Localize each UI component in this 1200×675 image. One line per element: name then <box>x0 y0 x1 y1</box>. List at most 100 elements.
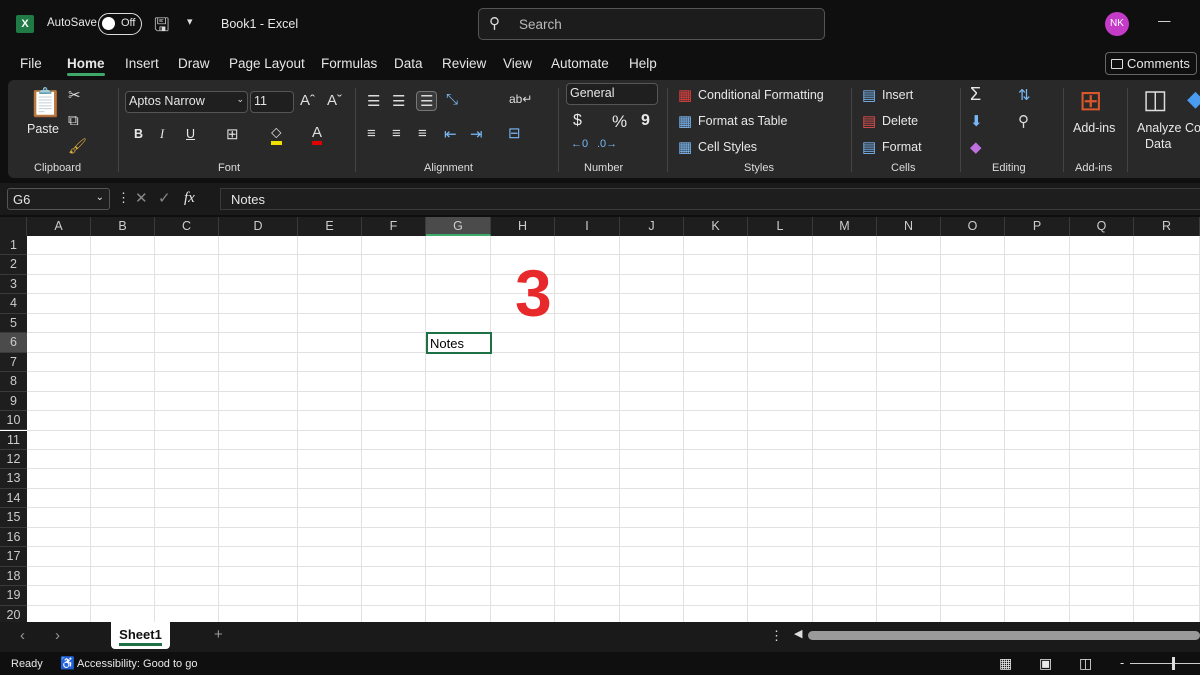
enter-icon[interactable]: ✓ <box>158 189 171 207</box>
add-ins-icon[interactable]: ⊞ <box>1079 84 1102 117</box>
column-header-l[interactable]: L <box>748 217 813 236</box>
conditional-formatting-button[interactable]: Conditional Formatting <box>698 88 824 102</box>
format-as-table-button[interactable]: Format as Table <box>698 114 787 128</box>
number-format-dropdown[interactable]: General <box>566 83 658 105</box>
tab-automate[interactable]: Automate <box>551 56 609 71</box>
cell-g6[interactable]: Notes <box>426 332 492 354</box>
font-color-icon[interactable]: A <box>312 124 323 145</box>
tab-view[interactable]: View <box>503 56 532 71</box>
copilot-icon[interactable]: ◆ <box>1187 86 1200 112</box>
currency-button[interactable]: $ <box>573 112 582 130</box>
row-header-18[interactable]: 18 <box>0 566 27 587</box>
comments-button[interactable]: Comments <box>1105 52 1197 75</box>
tab-formulas[interactable]: Formulas <box>321 56 377 71</box>
row-header-8[interactable]: 8 <box>0 372 27 392</box>
column-header-n[interactable]: N <box>877 217 941 236</box>
row-header-4[interactable]: 4 <box>0 294 27 314</box>
column-header-a[interactable]: A <box>27 217 91 236</box>
tab-draw[interactable]: Draw <box>178 56 210 71</box>
find-select-icon[interactable]: ⚲ <box>1018 112 1029 130</box>
align-center-icon[interactable]: ≡ <box>392 125 401 142</box>
row-header-5[interactable]: 5 <box>0 313 27 334</box>
format-cells-button[interactable]: Format <box>882 140 922 154</box>
column-header-g[interactable]: G <box>426 217 491 236</box>
orientation-icon[interactable]: ⤡ <box>446 91 458 108</box>
decrease-decimal-icon[interactable]: .0→ <box>597 138 617 150</box>
row-header-17[interactable]: 17 <box>0 547 27 567</box>
tab-page-layout[interactable]: Page Layout <box>229 56 305 71</box>
column-header-o[interactable]: O <box>941 217 1005 236</box>
customize-qat-icon[interactable]: ▾ <box>187 15 193 28</box>
decrease-indent-icon[interactable]: ⇤ <box>444 125 457 143</box>
underline-button[interactable]: U <box>186 127 195 141</box>
merge-center-icon[interactable]: ⊟ <box>508 124 521 142</box>
row-header-2[interactable]: 2 <box>0 255 27 275</box>
more-options-icon[interactable]: ⋮ <box>117 190 130 206</box>
cut-icon[interactable]: ✂ <box>68 86 81 104</box>
page-layout-view-icon[interactable]: ▣ <box>1039 655 1052 672</box>
insert-cells-button[interactable]: Insert <box>882 88 913 102</box>
cancel-icon[interactable]: ✕ <box>135 189 148 207</box>
autosave-toggle[interactable]: Off <box>98 13 142 35</box>
decrease-font-icon[interactable]: Aˇ <box>327 92 342 109</box>
column-header-p[interactable]: P <box>1005 217 1070 236</box>
clear-icon[interactable]: ◆ <box>970 138 982 156</box>
column-header-k[interactable]: K <box>684 217 748 236</box>
column-header-c[interactable]: C <box>155 217 219 236</box>
analyze-data-button[interactable]: Analyze <box>1137 121 1181 135</box>
column-header-d[interactable]: D <box>219 217 298 236</box>
comma-button[interactable]: 9 <box>641 112 650 130</box>
paste-icon[interactable]: 📋 <box>28 86 63 119</box>
formula-input[interactable]: Notes <box>220 188 1200 210</box>
autosum-button[interactable]: Σ <box>970 84 981 105</box>
copilot-button[interactable]: Co <box>1185 121 1200 135</box>
format-painter-icon[interactable]: 🖌 <box>68 137 87 155</box>
increase-decimal-icon[interactable]: ←0 <box>571 138 588 150</box>
tab-insert[interactable]: Insert <box>125 56 159 71</box>
column-header-f[interactable]: F <box>362 217 426 236</box>
percent-button[interactable]: % <box>612 112 627 132</box>
search-box[interactable]: ⚲ Search <box>478 8 825 40</box>
next-sheet-icon[interactable]: › <box>55 627 60 644</box>
delete-cells-button[interactable]: Delete <box>882 114 918 128</box>
row-header-6[interactable]: 6 <box>0 333 27 353</box>
zoom-slider-thumb[interactable] <box>1172 657 1175 670</box>
minimize-button[interactable]: — <box>1158 14 1171 28</box>
column-header-h[interactable]: H <box>491 217 555 236</box>
row-header-11[interactable]: 11 <box>0 430 27 450</box>
align-left-icon[interactable]: ≡ <box>367 125 376 142</box>
row-header-20[interactable]: 20 <box>0 605 27 622</box>
add-ins-button[interactable]: Add-ins <box>1073 121 1115 135</box>
row-header-13[interactable]: 13 <box>0 469 27 489</box>
row-header-12[interactable]: 12 <box>0 449 27 470</box>
italic-button[interactable]: I <box>160 127 164 142</box>
add-sheet-icon[interactable]: + <box>214 626 223 643</box>
bottom-align-icon[interactable]: ☰ <box>416 91 438 111</box>
fill-color-icon[interactable]: ⬦ <box>271 124 282 145</box>
row-header-1[interactable]: 1 <box>0 236 27 256</box>
tab-home[interactable]: Home <box>67 56 105 76</box>
column-header-q[interactable]: Q <box>1070 217 1134 236</box>
tab-file[interactable]: File <box>20 56 42 71</box>
row-header-16[interactable]: 16 <box>0 527 27 548</box>
borders-icon[interactable]: ⊞ <box>226 125 239 143</box>
align-right-icon[interactable]: ≡ <box>418 125 427 142</box>
middle-align-icon[interactable]: ☰ <box>392 92 405 110</box>
save-icon[interactable]: 🖫 <box>154 13 169 43</box>
tab-review[interactable]: Review <box>442 56 486 71</box>
zoom-out-icon[interactable]: - <box>1120 656 1124 670</box>
sort-filter-icon[interactable]: ⇅ <box>1018 86 1031 104</box>
horizontal-scrollbar[interactable] <box>808 631 1200 640</box>
row-header-3[interactable]: 3 <box>0 274 27 295</box>
column-header-e[interactable]: E <box>298 217 362 236</box>
row-header-10[interactable]: 10 <box>0 411 27 431</box>
select-all-button[interactable] <box>0 217 27 236</box>
user-avatar[interactable]: NK <box>1105 12 1129 36</box>
row-header-19[interactable]: 19 <box>0 586 27 606</box>
cell-styles-button[interactable]: Cell Styles <box>698 140 757 154</box>
column-header-b[interactable]: B <box>91 217 155 236</box>
sheet-tab-sheet1[interactable]: Sheet1 <box>111 622 170 649</box>
font-name-dropdown[interactable]: Aptos Narrow ⌄ <box>125 91 248 113</box>
row-header-14[interactable]: 14 <box>0 488 27 509</box>
wrap-text-icon[interactable]: ab↵ <box>509 92 532 106</box>
